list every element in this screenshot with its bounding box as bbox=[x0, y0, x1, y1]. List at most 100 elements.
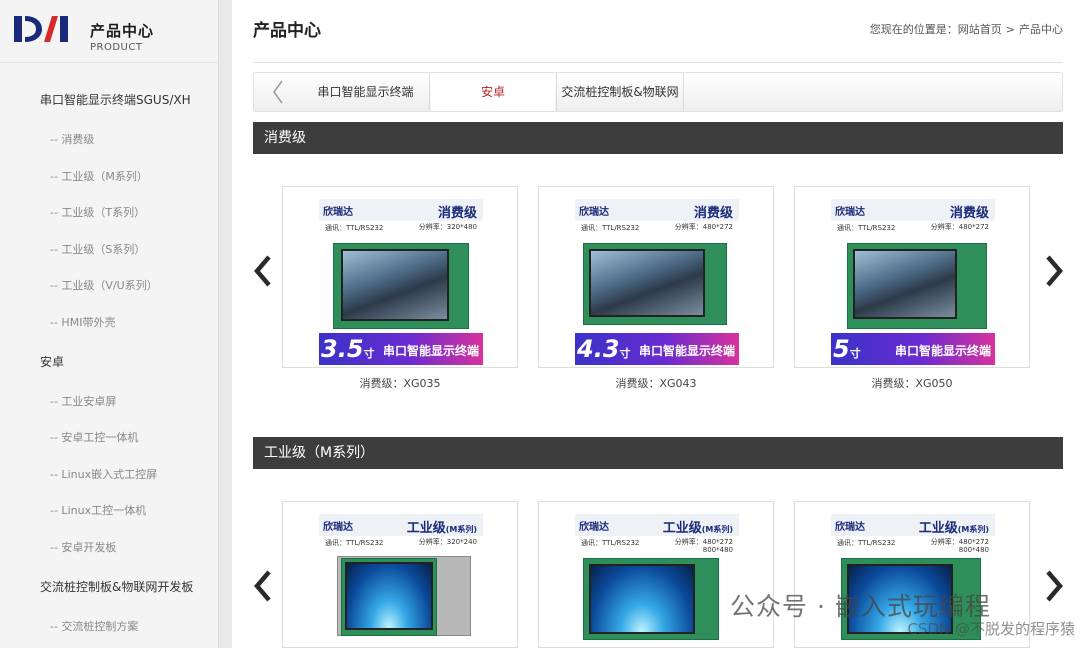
lcd-screen bbox=[345, 562, 433, 630]
product-spec-res: 分辨率：480*272 bbox=[674, 538, 733, 546]
product-grade-suffix: (M系列) bbox=[957, 525, 989, 534]
product-spec-res: 分辨率：480*272 bbox=[674, 223, 733, 231]
product-size: 3.5 bbox=[321, 335, 364, 363]
product-card[interactable]: 欣瑞达 消费级 通讯：TTL/RS232 分辨率：480*272 5寸 串口智能… bbox=[794, 186, 1030, 368]
product-brand: 欣瑞达 bbox=[323, 207, 353, 218]
product-size: 4.3 bbox=[577, 335, 620, 363]
product-caption[interactable]: 消费级：XG043 bbox=[538, 375, 774, 391]
product-image: 欣瑞达 工业级(M系列) 通讯：TTL/RS232 分辨率：480*272 800… bbox=[575, 514, 739, 647]
product-spec-comm: 通讯：TTL/RS232 bbox=[325, 224, 384, 232]
product-image: 欣瑞达 消费级 通讯：TTL/RS232 分辨率：480*272 4.3寸 串口… bbox=[575, 199, 739, 365]
product-grade: 消费级 bbox=[437, 206, 477, 221]
sidebar-category[interactable]: 串口智能显示终端SGUS/XH bbox=[0, 80, 218, 120]
product-brand: 欣瑞达 bbox=[835, 207, 865, 218]
lcd-screen bbox=[341, 249, 449, 321]
product-banner: 5寸 串口智能显示终端 bbox=[831, 333, 995, 365]
sidebar-item[interactable]: -- Linux嵌入式工控屏 bbox=[0, 457, 218, 494]
sidebar-item[interactable]: -- HMI带外壳 bbox=[0, 305, 218, 342]
product-brand: 欣瑞达 bbox=[835, 522, 865, 533]
product-image: 欣瑞达 消费级 通讯：TTL/RS232 分辨率：320*480 3.5寸 串口… bbox=[319, 199, 483, 365]
product-spec-comm: 通讯：TTL/RS232 bbox=[581, 224, 640, 232]
product-unit: 寸 bbox=[849, 347, 861, 360]
product-card[interactable]: 欣瑞达 消费级 通讯：TTL/RS232 分辨率：320*480 3.5寸 串口… bbox=[282, 186, 518, 368]
product-brand: 欣瑞达 bbox=[323, 522, 353, 533]
sidebar-item[interactable]: -- 安卓工控一体机 bbox=[0, 420, 218, 457]
product-image: 欣瑞达 消费级 通讯：TTL/RS232 分辨率：480*272 5寸 串口智能… bbox=[831, 199, 995, 365]
breadcrumb-prefix: 您现在的位置是： bbox=[869, 23, 958, 36]
logo-title: 产品中心 bbox=[90, 22, 155, 40]
tabs-prev-button[interactable] bbox=[254, 73, 302, 111]
product-banner: 4.3寸 串口智能显示终端 bbox=[575, 333, 739, 365]
page-title: 产品中心 bbox=[253, 21, 321, 41]
carousel-next-icon[interactable] bbox=[1042, 253, 1066, 289]
product-banner-title: 串口智能显示终端 bbox=[894, 344, 991, 358]
breadcrumb-current: 产品中心 bbox=[1019, 23, 1063, 36]
product-spec-comm: 通讯：TTL/RS232 bbox=[581, 539, 640, 547]
logo-mark-icon bbox=[14, 16, 68, 42]
tab-serial-display[interactable]: 串口智能显示终端 bbox=[302, 73, 430, 111]
product-grade: 消费级 bbox=[693, 206, 733, 221]
product-grade: 工业级 bbox=[406, 521, 446, 536]
product-spec-res-alt: 800*480 bbox=[702, 546, 733, 554]
product-spec-comm: 通讯：TTL/RS232 bbox=[325, 539, 384, 547]
product-unit: 寸 bbox=[619, 347, 631, 360]
product-image: 欣瑞达 工业级(M系列) 通讯：TTL/RS232 分辨率：320*240 bbox=[319, 514, 483, 647]
tab-android[interactable]: 安卓 bbox=[431, 73, 555, 111]
sidebar-category[interactable]: 交流桩控制板&物联网开发板 bbox=[0, 567, 218, 607]
breadcrumb-separator: > bbox=[1005, 23, 1015, 36]
product-banner-title: 串口智能显示终端 bbox=[638, 344, 735, 358]
lcd-screen bbox=[589, 249, 705, 317]
product-banner-title: 串口智能显示终端 bbox=[382, 344, 479, 358]
product-caption[interactable]: 消费级：XG050 bbox=[794, 375, 1030, 391]
chevron-left-icon bbox=[273, 80, 283, 104]
product-grade-suffix: (M系列) bbox=[445, 525, 477, 534]
sidebar-divider bbox=[0, 62, 218, 63]
watermark: 公众号 · 嵌入式玩编程 CSDN @不脱发的程序猿 bbox=[730, 587, 1075, 645]
product-card[interactable]: 欣瑞达 工业级(M系列) 通讯：TTL/RS232 分辨率：320*240 bbox=[282, 501, 518, 648]
watermark-sub: CSDN @不脱发的程序猿 bbox=[907, 620, 1075, 638]
lcd-screen bbox=[589, 564, 695, 634]
product-spec-res: 分辨率：320*480 bbox=[418, 223, 477, 231]
tab-charging-iot[interactable]: 交流桩控制板&物联网 bbox=[556, 73, 684, 111]
carousel-prev-icon[interactable] bbox=[251, 253, 275, 289]
product-spec-comm: 通讯：TTL/RS232 bbox=[837, 224, 896, 232]
product-brand: 欣瑞达 bbox=[579, 522, 609, 533]
sidebar: 产品中心 PRODUCT 串口智能显示终端SGUS/XH -- 消费级 -- 工… bbox=[0, 0, 218, 648]
sidebar-item[interactable]: -- 工业级（T系列） bbox=[0, 195, 218, 232]
product-card[interactable]: 欣瑞达 消费级 通讯：TTL/RS232 分辨率：480*272 4.3寸 串口… bbox=[538, 186, 774, 368]
header-divider bbox=[253, 62, 1063, 63]
product-brand: 欣瑞达 bbox=[579, 207, 609, 218]
sidebar-item[interactable]: -- 安卓开发板 bbox=[0, 530, 218, 567]
section-title: 工业级（M系列） bbox=[253, 437, 1063, 469]
site-logo[interactable]: 产品中心 PRODUCT bbox=[12, 10, 212, 53]
category-tabs: 串口智能显示终端 安卓 交流桩控制板&物联网 bbox=[253, 72, 1063, 112]
sidebar-item[interactable]: -- Linux工控一体机 bbox=[0, 493, 218, 530]
sidebar-category[interactable]: 安卓 bbox=[0, 342, 218, 382]
product-banner: 3.5寸 串口智能显示终端 bbox=[319, 333, 483, 365]
sidebar-item[interactable]: -- 消费级 bbox=[0, 122, 218, 159]
product-caption[interactable]: 消费级：XG035 bbox=[282, 375, 518, 391]
sidebar-item[interactable]: -- 工业级（S系列） bbox=[0, 232, 218, 269]
product-grade: 工业级 bbox=[662, 521, 702, 536]
breadcrumb: 您现在的位置是：网站首页 > 产品中心 bbox=[870, 21, 1063, 37]
sidebar-scrollbar[interactable] bbox=[218, 0, 232, 648]
product-spec-res: 分辨率：480*272 bbox=[930, 538, 989, 546]
product-unit: 寸 bbox=[363, 347, 375, 360]
sidebar-menu: 串口智能显示终端SGUS/XH -- 消费级 -- 工业级（M系列） -- 工业… bbox=[0, 80, 218, 645]
section-title: 消费级 bbox=[253, 122, 1063, 154]
product-grade: 消费级 bbox=[949, 206, 989, 221]
product-spec-res-alt: 800*480 bbox=[958, 546, 989, 554]
product-spec-comm: 通讯：TTL/RS232 bbox=[837, 539, 896, 547]
product-size: 5 bbox=[833, 335, 850, 363]
breadcrumb-home-link[interactable]: 网站首页 bbox=[958, 21, 1002, 37]
lcd-screen bbox=[853, 249, 957, 319]
sidebar-item[interactable]: -- 工业级（M系列） bbox=[0, 159, 218, 196]
product-spec-res: 分辨率：480*272 bbox=[930, 223, 989, 231]
product-spec-res: 分辨率：320*240 bbox=[418, 538, 477, 546]
logo-subtitle: PRODUCT bbox=[90, 42, 143, 53]
sidebar-item[interactable]: -- 工业级（V/U系列） bbox=[0, 268, 218, 305]
carousel-prev-icon[interactable] bbox=[251, 568, 275, 604]
sidebar-item[interactable]: -- 工业安卓屏 bbox=[0, 384, 218, 421]
sidebar-item[interactable]: -- 交流桩控制方案 bbox=[0, 609, 218, 646]
product-grade-suffix: (M系列) bbox=[701, 525, 733, 534]
